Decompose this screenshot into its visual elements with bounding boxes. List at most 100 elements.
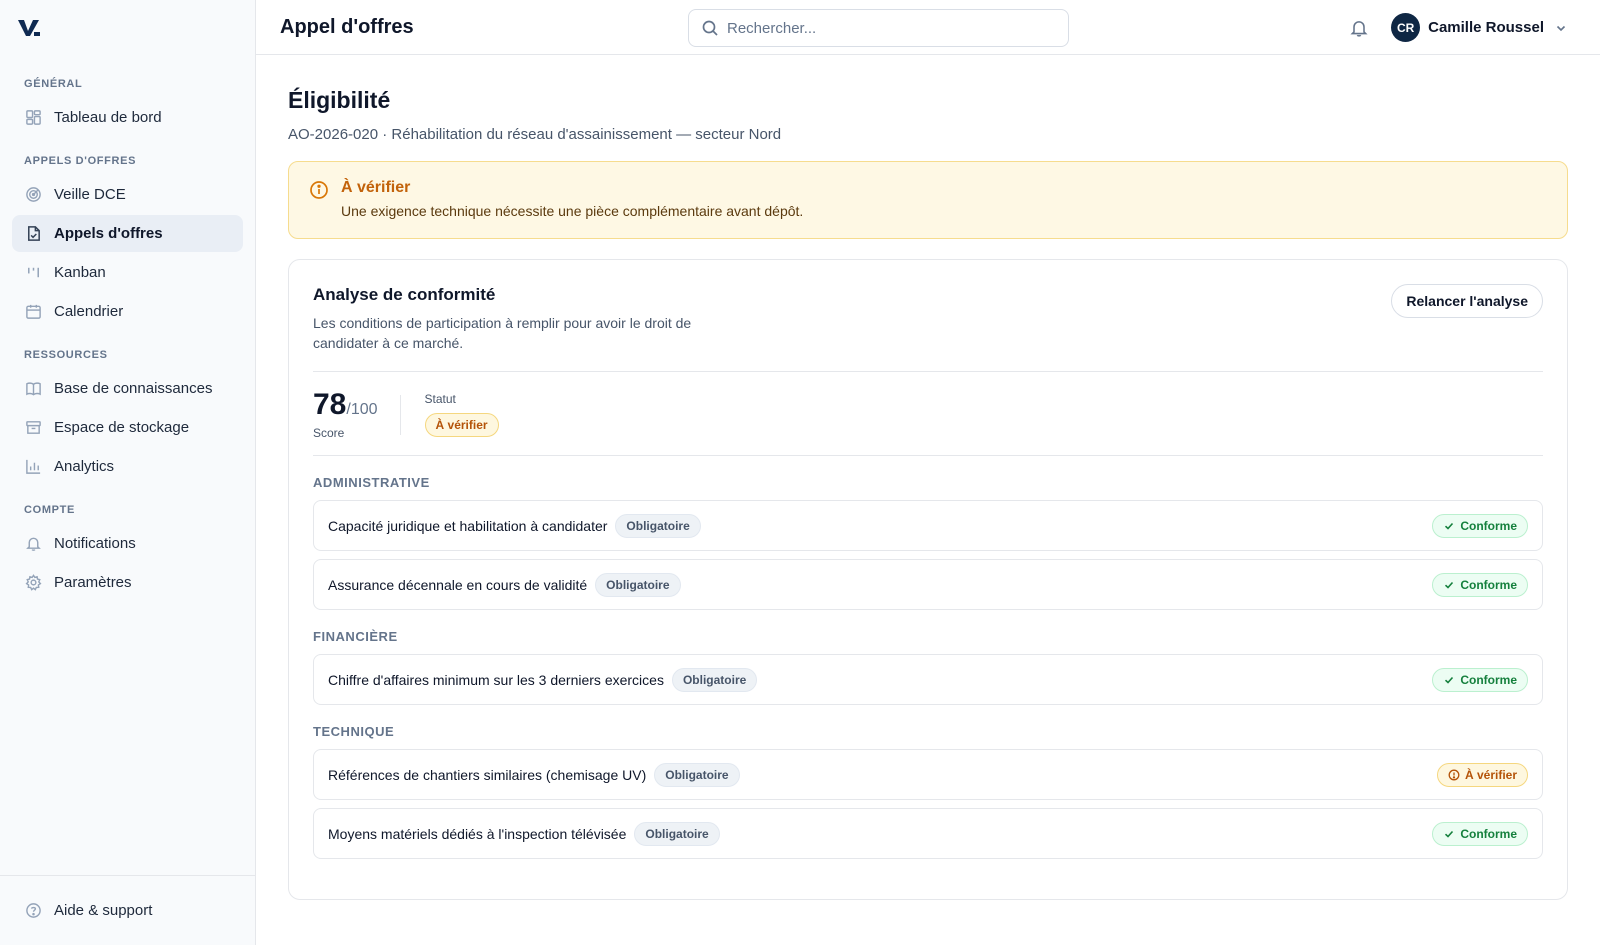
- nav-section-title: RESSOURCES: [24, 349, 108, 361]
- requirement-row[interactable]: Moyens matériels dédiés à l'inspection t…: [313, 808, 1543, 859]
- mandatory-tag: Obligatoire: [671, 667, 758, 692]
- sidebar-nav: GÉNÉRAL Tableau de bord APPELS D'OFFRES …: [0, 55, 255, 945]
- status-badge: Conforme: [1432, 513, 1528, 538]
- search-icon: [701, 19, 719, 37]
- requirement-left: Moyens matériels dédiés à l'inspection t…: [328, 821, 720, 846]
- notifications-bell-icon[interactable]: [1349, 18, 1369, 38]
- requirement-row[interactable]: Assurance décennale en cours de validité…: [313, 559, 1543, 610]
- card-description: Les conditions de participation à rempli…: [313, 315, 692, 351]
- mandatory-tag: Obligatoire: [634, 821, 720, 846]
- sidebar-item-tableau-de-bord[interactable]: Tableau de bord: [12, 99, 243, 136]
- requirement-row[interactable]: Capacité juridique et habilitation à can…: [313, 500, 1543, 551]
- status-text: Conforme: [1460, 518, 1517, 533]
- sidebar-item-label: Veille DCE: [54, 186, 126, 203]
- chart-icon: [24, 458, 42, 476]
- nav-group-compte: COMPTE Notifications Paramètres: [12, 503, 243, 601]
- nav-group-general: GÉNÉRAL Tableau de bord: [12, 77, 243, 136]
- content: Éligibilité AO-2026-020 · Réhabilitation…: [256, 55, 1600, 900]
- gear-icon: [24, 574, 42, 592]
- status-badge: À vérifier: [1436, 762, 1528, 787]
- sidebar-item-label: Appels d'offres: [54, 225, 163, 242]
- nav-group-appels: APPELS D'OFFRES Veille DCE Appels d'offr…: [12, 154, 243, 330]
- archive-icon: [24, 419, 42, 437]
- app-shell: GÉNÉRAL Tableau de bord APPELS D'OFFRES …: [0, 0, 1600, 945]
- status-text: À vérifier: [1464, 767, 1517, 782]
- status-label: Statut: [424, 392, 456, 406]
- check-icon: [1443, 674, 1455, 686]
- sidebar-item-label: Base de connaissances: [54, 380, 213, 397]
- user-name[interactable]: Camille Roussel: [1428, 19, 1544, 36]
- compliance-card: Analyse de conformité Les conditions de …: [288, 259, 1568, 900]
- logo-row: [0, 0, 255, 55]
- requirement-label: Références de chantiers similaires (chem…: [328, 766, 647, 783]
- requirement-left: Références de chantiers similaires (chem…: [328, 762, 740, 787]
- status-badge: À vérifier: [424, 413, 499, 437]
- brand-logo[interactable]: [16, 17, 42, 39]
- requirement-label: Moyens matériels dédiés à l'inspection t…: [328, 825, 627, 842]
- score-block: 78/100 Score: [313, 389, 401, 440]
- rerun-analysis-button[interactable]: Relancer l'analyse: [1391, 284, 1543, 318]
- requirement-label: Capacité juridique et habilitation à can…: [328, 517, 608, 534]
- status-text: Conforme: [1460, 672, 1517, 687]
- main-area: Appel d'offres CR Camille Roussel Éligib…: [256, 0, 1600, 945]
- sidebar-item-veille-dce[interactable]: Veille DCE: [12, 176, 243, 213]
- sidebar-item-label: Calendrier: [54, 303, 124, 320]
- sidebar-item-kanban[interactable]: Kanban: [12, 254, 243, 291]
- sidebar-item-appels-d-offres[interactable]: Appels d'offres: [12, 215, 243, 252]
- alert-body: À vérifier Une exigence technique nécess…: [341, 178, 803, 222]
- status-badge: Conforme: [1432, 572, 1528, 597]
- book-icon: [24, 380, 42, 398]
- avatar[interactable]: CR: [1391, 13, 1421, 42]
- status-text: Conforme: [1460, 826, 1517, 841]
- sidebar-item-label: Paramètres: [54, 574, 132, 591]
- page-subtitle: AO-2026-020 · Réhabilitation du réseau d…: [288, 126, 782, 143]
- nav-section-title: GÉNÉRAL: [24, 78, 83, 90]
- requirement-row[interactable]: Chiffre d'affaires minimum sur les 3 der…: [313, 654, 1543, 705]
- alert-text: Une exigence technique nécessite une piè…: [341, 203, 804, 219]
- card-heading: Analyse de conformité Les conditions de …: [313, 284, 703, 353]
- document-icon: [24, 225, 42, 243]
- sidebar-item-parametres[interactable]: Paramètres: [12, 564, 243, 601]
- sidebar-item-label: Aide & support: [54, 902, 153, 919]
- dashboard-icon: [24, 109, 42, 127]
- topbar-right: CR Camille Roussel: [1349, 0, 1568, 55]
- calendar-icon: [24, 303, 42, 321]
- group-title: FINANCIÈRE: [313, 629, 398, 644]
- score-label: Score: [313, 425, 345, 440]
- check-icon: [1443, 828, 1455, 840]
- topbar-title: Appel d'offres: [280, 15, 414, 38]
- score-display: 78/100: [313, 389, 378, 420]
- sidebar-item-analytics[interactable]: Analytics: [12, 448, 243, 485]
- topbar: Appel d'offres CR Camille Roussel: [256, 0, 1600, 55]
- kanban-icon: [24, 264, 42, 282]
- card-title: Analyse de conformité: [313, 285, 496, 304]
- help-icon: [24, 902, 42, 920]
- sidebar-item-label: Analytics: [54, 458, 115, 475]
- status-badge: Conforme: [1432, 667, 1528, 692]
- sidebar-item-aide-support[interactable]: Aide & support: [12, 892, 243, 929]
- sidebar-item-label: Notifications: [54, 535, 136, 552]
- sidebar-item-calendrier[interactable]: Calendrier: [12, 293, 243, 330]
- sidebar-item-base-de-connaissances[interactable]: Base de connaissances: [12, 370, 243, 407]
- card-header: Analyse de conformité Les conditions de …: [313, 284, 1543, 372]
- group-title: ADMINISTRATIVE: [313, 475, 430, 490]
- info-circle-icon: [1448, 769, 1460, 781]
- sidebar: GÉNÉRAL Tableau de bord APPELS D'OFFRES …: [0, 0, 256, 945]
- status-badge: Conforme: [1432, 821, 1528, 846]
- sidebar-item-notifications[interactable]: Notifications: [12, 525, 243, 562]
- requirement-label: Chiffre d'affaires minimum sur les 3 der…: [328, 671, 664, 688]
- radar-icon: [24, 186, 42, 204]
- search-input[interactable]: [727, 19, 1056, 37]
- group-title: TECHNIQUE: [313, 724, 395, 739]
- mandatory-tag: Obligatoire: [654, 762, 740, 787]
- sidebar-footer: Aide & support: [0, 875, 255, 945]
- sidebar-item-label: Tableau de bord: [54, 109, 162, 126]
- page-title: Éligibilité: [288, 87, 391, 113]
- nav-section-title: APPELS D'OFFRES: [24, 155, 137, 167]
- requirement-row[interactable]: Références de chantiers similaires (chem…: [313, 749, 1543, 800]
- sidebar-item-espace-de-stockage[interactable]: Espace de stockage: [12, 409, 243, 446]
- mandatory-tag: Obligatoire: [595, 572, 681, 597]
- search-box[interactable]: [688, 9, 1069, 47]
- chevron-down-icon[interactable]: [1554, 21, 1568, 35]
- requirement-left: Chiffre d'affaires minimum sur les 3 der…: [328, 667, 758, 692]
